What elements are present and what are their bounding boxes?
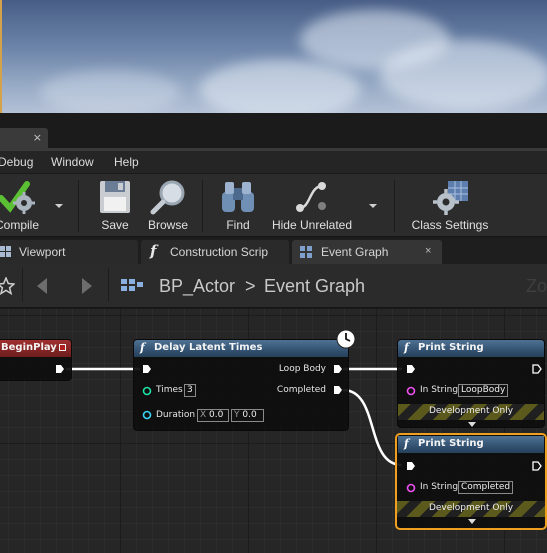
expand-arrow-icon[interactable] (467, 518, 477, 525)
function-icon: f (404, 341, 409, 354)
in-string-label: In String (420, 385, 459, 395)
node-header: f Delay Latent Times (134, 340, 348, 357)
times-input[interactable]: 3 (184, 384, 196, 397)
exec-out-pin-icon[interactable] (333, 385, 343, 395)
int-pin-icon[interactable] (142, 386, 152, 396)
exec-in-pin-icon[interactable] (406, 364, 416, 374)
node-header: BeginPlay (0, 340, 71, 357)
string-pin-icon[interactable] (406, 386, 416, 396)
expand-arrow-icon[interactable] (467, 421, 477, 428)
in-string-label: In String (420, 482, 459, 492)
string-pin-icon[interactable] (406, 483, 416, 493)
duration-label: Duration (156, 410, 196, 420)
node-title: Delay Latent Times (154, 342, 263, 353)
development-only-band: Development Only (398, 404, 544, 420)
development-only-label: Development Only (428, 503, 514, 513)
exec-wire (342, 388, 403, 467)
development-only-band: Development Only (397, 501, 545, 517)
node-header: f Print String (398, 340, 544, 357)
in-string-input[interactable]: Completed (458, 481, 514, 494)
node-title: BeginPlay (1, 342, 57, 353)
times-label: Times (156, 385, 183, 395)
development-only-label: Development Only (428, 406, 514, 416)
exec-in-pin-icon[interactable] (142, 364, 152, 374)
float-pin-icon[interactable] (142, 410, 152, 420)
node-title: Print String (418, 342, 484, 353)
duration-y-input[interactable]: Y 0.0 (231, 409, 264, 422)
node-begin-play[interactable]: BeginPlay (0, 339, 72, 381)
function-icon: f (404, 437, 409, 450)
node-title: Print String (418, 438, 484, 449)
exec-out-pin-icon[interactable] (333, 364, 343, 374)
exec-in-pin-icon[interactable] (406, 461, 416, 471)
duration-x-value: 0.0 (209, 410, 224, 420)
duration-x-axis-label: X (200, 410, 207, 420)
delegate-pin-icon[interactable] (59, 344, 66, 351)
loop-body-label: Loop Body (278, 364, 326, 374)
node-delay-latent-times[interactable]: f Delay Latent Times Loop Body Times 3 C… (133, 339, 349, 431)
completed-label: Completed (276, 385, 326, 395)
duration-x-input[interactable]: X 0.0 (197, 409, 229, 422)
duration-y-axis-label: Y (234, 410, 240, 420)
in-string-input[interactable]: LoopBody (458, 384, 509, 397)
node-print-string-2[interactable]: f Print String In String Completed Devel… (395, 433, 547, 530)
node-header: f Print String (398, 436, 544, 453)
exec-out-pin-icon[interactable] (55, 364, 65, 374)
exec-out-pin-icon[interactable] (532, 364, 542, 374)
exec-out-pin-icon[interactable] (532, 461, 542, 471)
duration-y-value: 0.0 (242, 410, 257, 420)
latent-clock-icon (336, 329, 356, 349)
node-print-string-1[interactable]: f Print String In String LoopBody Develo… (397, 339, 545, 428)
function-icon: f (140, 341, 145, 354)
